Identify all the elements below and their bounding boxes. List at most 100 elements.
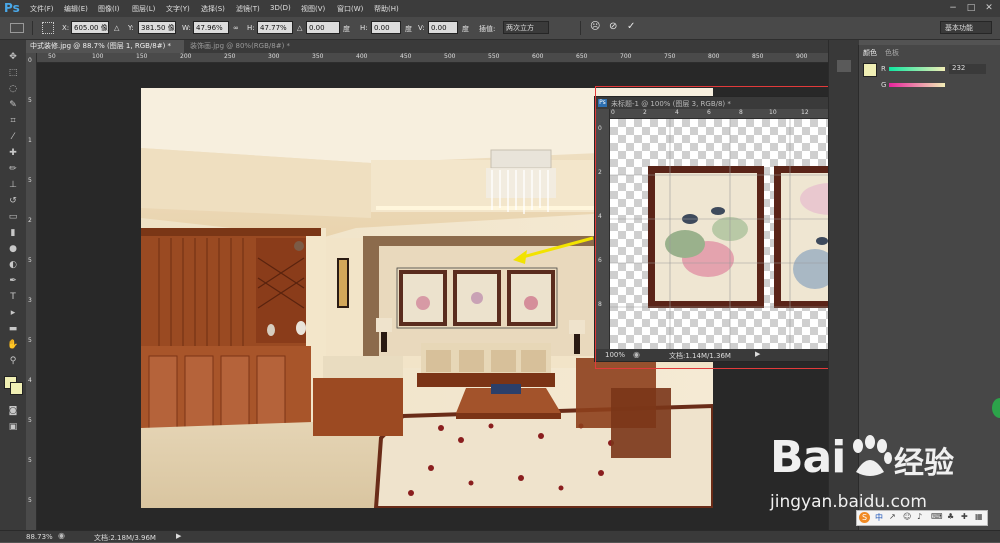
dock-collapse-icon[interactable] [837,60,851,72]
ruler-tick-label: 5 [28,257,32,264]
ruler-tick-label: 350 [312,53,324,60]
baidu-watermark: Bai 经验 jingyan.baidu.com [768,430,1000,520]
tab-decorative-painting[interactable]: 装饰画.jpg @ 80%(RGB/8#) * [186,40,318,53]
menu-file[interactable]: 文件(F) [30,4,54,14]
warp-icon[interactable]: ☹ [590,21,600,32]
zoom-level[interactable]: 88.73% [26,533,53,541]
ime-chinese-mode-icon[interactable]: 中 [875,512,883,523]
ruler-tick-label: 200 [180,53,192,60]
eyedropper-tool-icon[interactable]: ⁄ [5,130,21,144]
ime-punctuation-icon[interactable]: ↗ [889,512,896,521]
status-arrow-icon[interactable]: ▶ [176,532,181,540]
zoom-tool-icon[interactable]: ⚲ [5,354,21,368]
menu-edit[interactable]: 编辑(E) [64,4,88,14]
angle-unit: 度 [343,25,350,33]
ruler-tick-label: 750 [664,53,676,60]
path-select-tool-icon[interactable]: ▸ [5,306,21,320]
hskew-field[interactable]: 0.00 [371,21,401,34]
brush-tool-icon[interactable]: ✏ [5,162,21,176]
r-channel-label: R [881,65,886,73]
sogou-icon[interactable]: S [859,512,870,523]
ime-menu-icon[interactable]: ▦ [975,512,983,521]
quick-select-tool-icon[interactable]: ✎ [5,98,21,112]
commit-transform-icon[interactable]: ✓ [627,21,635,32]
ruler-tick-label: 600 [532,53,544,60]
panel-foreground-swatch[interactable] [863,63,877,77]
w-label: W: [182,24,191,32]
hskew-label: H: [360,24,368,32]
ruler-tick-label: 250 [224,53,236,60]
menu-image[interactable]: 图像(I) [98,4,120,14]
y-field[interactable]: 381.50 像 [138,21,176,34]
interp-select[interactable]: 两次立方 [503,21,549,34]
healing-tool-icon[interactable]: ✚ [5,146,21,160]
ruler-tick-label: 450 [400,53,412,60]
menu-help[interactable]: 帮助(H) [374,4,399,14]
baidu-paw-icon [853,435,892,476]
close-icon[interactable]: ✕ [982,2,996,14]
ime-keyboard-icon[interactable]: ⌨ [931,512,943,521]
ruler-tick-label: 400 [356,53,368,60]
baidu-brand-text: Bai [770,432,846,483]
h-field[interactable]: 47.77% [257,21,293,34]
move-tool-icon[interactable]: ✥ [5,50,21,64]
cancel-transform-icon[interactable]: ⊘ [609,21,617,32]
eraser-tool-icon[interactable]: ▭ [5,210,21,224]
tab-swatches[interactable]: 色板 [885,48,899,58]
vskew-field[interactable]: 0.00 [428,21,458,34]
ruler-tick-label: 1 [28,137,32,144]
maximize-icon[interactable]: □ [964,2,978,14]
blur-tool-icon[interactable]: ● [5,242,21,256]
w-field[interactable]: 47.96% [193,21,229,34]
tab-color[interactable]: 颜色 [863,48,877,58]
shape-tool-icon[interactable]: ▬ [5,322,21,336]
x-field[interactable]: 605.00 像 [71,21,109,34]
hand-tool-icon[interactable]: ✋ [5,338,21,352]
baidu-jingyan-cn: 经验 [894,446,954,481]
r-slider[interactable] [889,67,945,71]
menu-filter[interactable]: 滤镜(T) [236,4,260,14]
r-value-field[interactable]: 232 [949,64,986,74]
menu-layer[interactable]: 图层(L) [132,4,155,14]
menu-view[interactable]: 视图(V) [301,4,325,14]
reference-point-icon[interactable] [42,22,54,34]
menu-window[interactable]: 窗口(W) [337,4,363,14]
minimize-icon[interactable]: − [946,2,960,14]
menu-3d[interactable]: 3D(D) [270,4,291,12]
ime-emoji-icon[interactable]: ☺ [903,512,911,521]
pen-tool-icon[interactable]: ✒ [5,274,21,288]
dodge-tool-icon[interactable]: ◐ [5,258,21,272]
ruler-tick-label: 900 [796,53,808,60]
type-tool-icon[interactable]: T [5,290,21,304]
ime-skin-icon[interactable]: ♣ [947,512,954,521]
menu-type[interactable]: 文字(Y) [166,4,190,14]
background-color-swatch[interactable] [10,382,23,395]
photoshop-logo: Ps [4,1,20,15]
transform-tool-icon[interactable] [10,23,24,33]
g-channel-label: G [881,81,887,89]
ime-tools-icon[interactable]: ✚ [961,512,968,521]
screen-mode-icon[interactable]: ▣ [5,420,21,434]
link-xy-icon[interactable]: △ [114,24,119,32]
workspace-select[interactable]: 基本功能 [940,21,992,34]
menu-select[interactable]: 选择(S) [201,4,225,14]
stamp-tool-icon[interactable]: ⊥ [5,178,21,192]
link-wh-icon[interactable]: ∞ [233,24,239,32]
ruler-tick-label: 5 [28,177,32,184]
document-tabs: 中式装修.jpg @ 88.7% (图层 1, RGB/8#) * 装饰画.jp… [26,40,828,53]
h-label: H: [247,24,255,32]
marquee-tool-icon[interactable]: ⬚ [5,66,21,80]
ime-voice-icon[interactable]: ♪ [917,512,922,521]
status-info-icon[interactable]: ◉ [58,531,65,540]
lasso-tool-icon[interactable]: ◌ [5,82,21,96]
crop-tool-icon[interactable]: ⌗ [5,114,21,128]
history-brush-tool-icon[interactable]: ↺ [5,194,21,208]
angle-field[interactable]: 0.00 [306,21,340,34]
quick-mask-icon[interactable]: ◙ [5,404,21,418]
ruler-tick-label: 550 [488,53,500,60]
tab-interior-design[interactable]: 中式装修.jpg @ 88.7% (图层 1, RGB/8#) * [26,40,184,53]
input-method-bar[interactable]: S 中 ↗ ☺ ♪ ⌨ ♣ ✚ ▦ [856,510,988,526]
g-slider[interactable] [889,83,945,87]
status-doc-info[interactable]: 文档:2.18M/3.96M [94,533,156,543]
gradient-tool-icon[interactable]: ▮ [5,226,21,240]
